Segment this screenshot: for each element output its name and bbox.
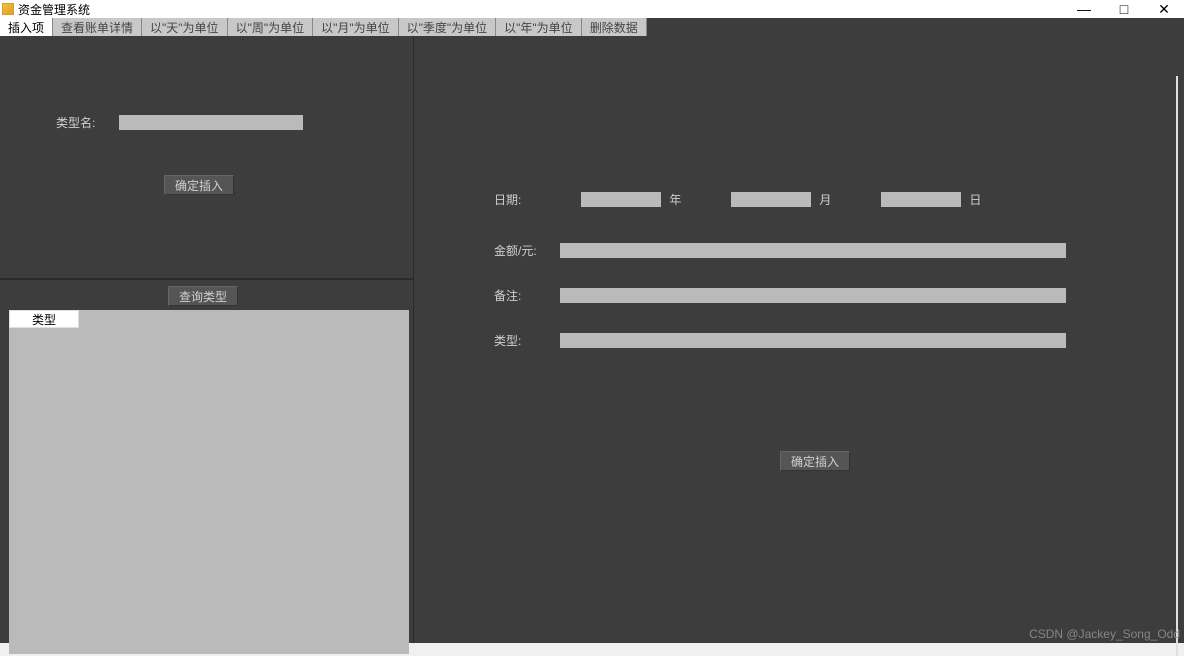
note-row: 备注: bbox=[494, 287, 1144, 304]
type-row: 类型: bbox=[494, 332, 1144, 349]
tab-bar: 插入项 查看账单详情 以"天"为单位 以"周"为单位 以"月"为单位 以"季度"… bbox=[0, 18, 1184, 36]
note-input[interactable] bbox=[560, 288, 1066, 303]
note-label: 备注: bbox=[494, 287, 560, 304]
type-name-label: 类型名: bbox=[56, 114, 95, 131]
close-button[interactable]: ✕ bbox=[1144, 0, 1184, 18]
tab-by-quarter[interactable]: 以"季度"为单位 bbox=[399, 18, 497, 36]
right-pane: 日期: 年 月 日 金额/元: 备注: 类型: 确定插入 bbox=[414, 36, 1184, 643]
tab-delete-data[interactable]: 删除数据 bbox=[582, 18, 647, 36]
tab-insert[interactable]: 插入项 bbox=[0, 18, 53, 36]
type-list-header: 类型 bbox=[9, 310, 79, 328]
date-row: 日期: 年 月 日 bbox=[494, 191, 1144, 208]
maximize-button[interactable]: □ bbox=[1104, 0, 1144, 18]
minimize-button[interactable]: — bbox=[1064, 0, 1104, 18]
type-label: 类型: bbox=[494, 332, 560, 349]
left-pane: 类型名: 确定插入 查询类型 类型 bbox=[0, 36, 414, 643]
month-unit: 月 bbox=[819, 191, 831, 208]
tab-by-week[interactable]: 以"周"为单位 bbox=[228, 18, 314, 36]
tab-by-month[interactable]: 以"月"为单位 bbox=[313, 18, 399, 36]
year-unit: 年 bbox=[669, 191, 681, 208]
app-icon bbox=[2, 3, 14, 15]
window-controls: — □ ✕ bbox=[1064, 0, 1184, 18]
type-input[interactable] bbox=[560, 333, 1066, 348]
confirm-insert-type-button[interactable]: 确定插入 bbox=[164, 175, 234, 195]
type-name-input[interactable] bbox=[119, 115, 303, 130]
tab-by-day[interactable]: 以"天"为单位 bbox=[142, 18, 228, 36]
main-content: 类型名: 确定插入 查询类型 类型 日期: 年 月 日 金额/元: bbox=[0, 36, 1184, 643]
year-input[interactable] bbox=[581, 192, 661, 207]
watermark: CSDN @Jackey_Song_Odd bbox=[1029, 627, 1180, 641]
day-unit: 日 bbox=[969, 191, 981, 208]
amount-label: 金额/元: bbox=[494, 242, 560, 259]
tab-by-year[interactable]: 以"年"为单位 bbox=[496, 18, 582, 36]
window-title: 资金管理系统 bbox=[18, 1, 90, 18]
day-input[interactable] bbox=[881, 192, 961, 207]
type-list[interactable]: 类型 bbox=[9, 310, 409, 654]
type-insert-panel: 类型名: 确定插入 bbox=[0, 36, 413, 280]
amount-input[interactable] bbox=[560, 243, 1066, 258]
tab-view-bill-detail[interactable]: 查看账单详情 bbox=[53, 18, 142, 36]
month-input[interactable] bbox=[731, 192, 811, 207]
date-label: 日期: bbox=[494, 191, 521, 208]
title-bar: 资金管理系统 — □ ✕ bbox=[0, 0, 1184, 18]
query-type-button[interactable]: 查询类型 bbox=[168, 286, 238, 306]
amount-row: 金额/元: bbox=[494, 242, 1144, 259]
scrollbar[interactable] bbox=[1176, 76, 1178, 656]
type-name-row: 类型名: bbox=[56, 114, 303, 131]
confirm-insert-record-button[interactable]: 确定插入 bbox=[780, 451, 850, 471]
